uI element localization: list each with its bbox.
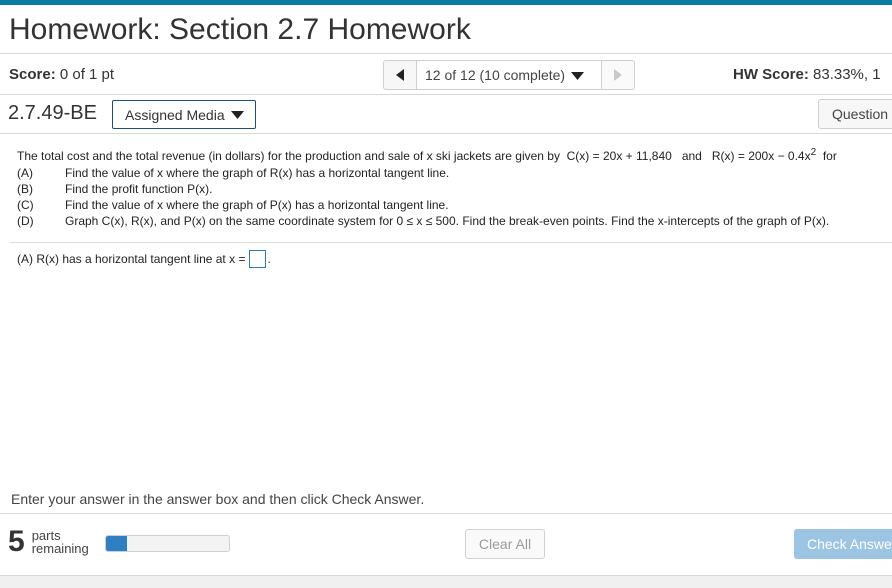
problem-parts: (A) Find the value of x where the graph … xyxy=(17,165,892,229)
and-text: and xyxy=(681,149,702,163)
question-select-dropdown[interactable]: 12 of 12 (10 complete) xyxy=(417,60,601,90)
hw-score: HW Score: 83.33%, 1 xyxy=(733,66,881,83)
caret-down-icon xyxy=(230,111,244,119)
parts-remaining: 5 parts remaining xyxy=(8,527,89,557)
part-label: (A) xyxy=(17,166,33,180)
question-help-label: Question Help xyxy=(832,106,892,122)
part-text: Find the profit function P(x). xyxy=(65,182,213,196)
part-text: Find the value of x where the graph of R… xyxy=(65,166,450,180)
bottom-shade xyxy=(0,575,892,588)
problem-intro: The total cost and the total revenue (in… xyxy=(17,144,892,165)
hw-score-label: HW Score: xyxy=(733,66,809,83)
problem-part: (A) Find the value of x where the graph … xyxy=(17,165,892,181)
divider xyxy=(10,242,892,243)
part-text: Find the value of x where the graph of P… xyxy=(65,198,449,212)
triangle-right-icon xyxy=(614,69,622,81)
previous-question-button[interactable] xyxy=(383,60,417,90)
part-label: (D) xyxy=(17,214,34,228)
question-position: 12 of 12 (10 complete) xyxy=(425,67,566,83)
score-label: Score: xyxy=(9,66,56,83)
part-label: (B) xyxy=(17,182,33,196)
problem-part: (B) Find the profit function P(x). xyxy=(17,181,892,197)
answer-prompt: (A) R(x) has a horizontal tangent line a… xyxy=(17,252,246,266)
parts-label-line2: remaining xyxy=(31,541,89,556)
score-value: 0 of 1 pt xyxy=(59,66,115,83)
score-row: Score: 0 of 1 pt 12 of 12 (10 complete) … xyxy=(0,55,892,95)
instruction-text: Enter your answer in the answer box and … xyxy=(11,491,425,507)
statement-text: The total cost and the total revenue (in… xyxy=(17,149,560,163)
score: Score: 0 of 1 pt xyxy=(9,66,114,83)
answer-suffix: . xyxy=(267,252,271,266)
question-header: 2.7.49-BE Assigned Media Question Help xyxy=(0,96,892,134)
question-id: 2.7.49-BE xyxy=(8,102,97,124)
revenue-function-main: R(x) = 200x − 0.4x xyxy=(711,149,811,163)
problem-part: (D) Graph C(x), R(x), and P(x) on the sa… xyxy=(17,213,892,229)
hw-score-value: 83.33%, 1 xyxy=(813,66,881,83)
parts-remaining-count: 5 xyxy=(8,525,25,558)
question-navigator: 12 of 12 (10 complete) xyxy=(383,60,635,90)
answer-line: (A) R(x) has a horizontal tangent line a… xyxy=(17,250,271,268)
answer-input[interactable] xyxy=(249,250,267,268)
parts-remaining-label: parts remaining xyxy=(32,529,89,555)
page-title: Homework: Section 2.7 Homework xyxy=(9,13,471,46)
progress-fill xyxy=(106,536,127,551)
cost-function: C(x) = 20x + 11,840 xyxy=(566,149,672,163)
triangle-left-icon xyxy=(396,69,404,81)
divider xyxy=(0,513,892,514)
caret-down-icon xyxy=(571,71,585,80)
assigned-media-button[interactable]: Assigned Media xyxy=(112,100,256,129)
question-help-button[interactable]: Question Help xyxy=(818,99,892,129)
parts-progress-bar xyxy=(105,535,230,552)
revenue-exponent: 2 xyxy=(810,147,817,158)
check-answer-button[interactable]: Check Answer xyxy=(794,529,892,559)
part-text: Graph C(x), R(x), and P(x) on the same c… xyxy=(65,214,830,228)
statement-suffix: for xyxy=(822,149,837,163)
assigned-media-label: Assigned Media xyxy=(125,106,225,123)
title-bar: Homework: Section 2.7 Homework xyxy=(0,5,892,54)
next-question-button[interactable] xyxy=(601,60,635,90)
problem-part: (C) Find the value of x where the graph … xyxy=(17,197,892,213)
part-label: (C) xyxy=(17,198,34,212)
problem-statement: The total cost and the total revenue (in… xyxy=(17,144,892,229)
revenue-function: R(x) = 200x − 0.4x2 xyxy=(711,147,817,163)
clear-all-button[interactable]: Clear All xyxy=(465,529,545,559)
